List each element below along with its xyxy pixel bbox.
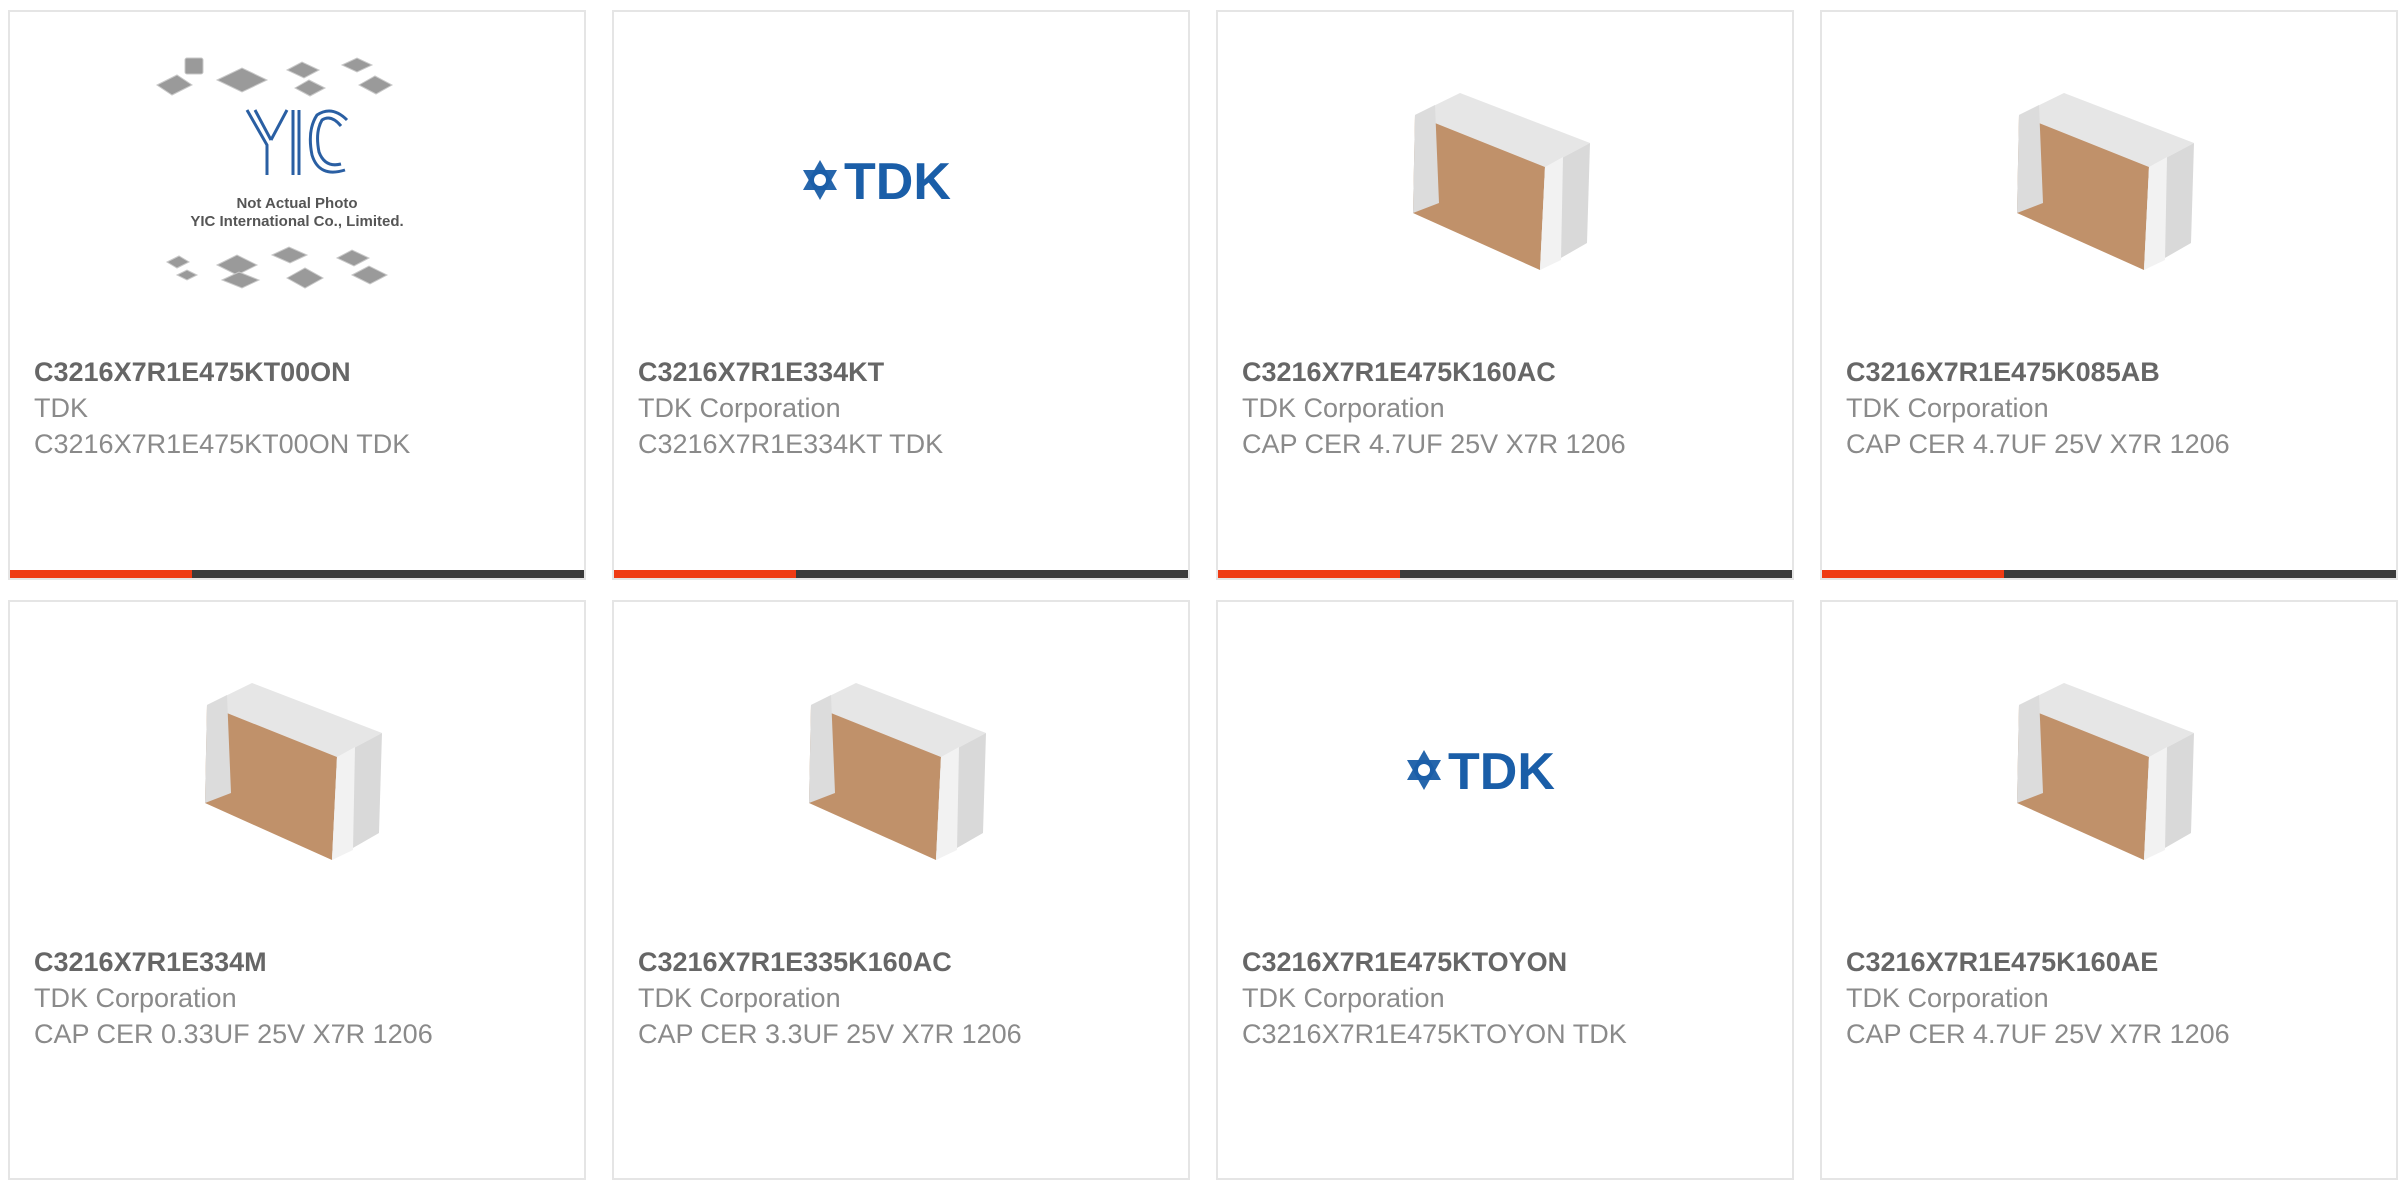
product-card[interactable]: TDK C3216X7R1E475KTOYON TDK Corporation …	[1216, 600, 1794, 1180]
product-info: C3216X7R1E475KT00ON TDK C3216X7R1E475KT0…	[34, 354, 574, 462]
part-number-link[interactable]: C3216X7R1E334M	[34, 944, 574, 980]
product-card[interactable]: C3216X7R1E475K085AB TDK Corporation CAP …	[1820, 10, 2398, 580]
product-info: C3216X7R1E334KT TDK Corporation C3216X7R…	[638, 354, 1178, 462]
manufacturer: TDK Corporation	[1846, 393, 2049, 423]
product-card[interactable]: TDK C3216X7R1E334KT TDK Corporation C321…	[612, 10, 1190, 580]
card-accent-bar	[614, 570, 1188, 578]
description: CAP CER 4.7UF 25V X7R 1206	[1242, 429, 1626, 459]
product-info: C3216X7R1E475K160AE TDK Corporation CAP …	[1846, 944, 2386, 1052]
part-number-link[interactable]: C3216X7R1E475K160AC	[1242, 354, 1782, 390]
product-image[interactable]	[1218, 12, 1792, 348]
manufacturer: TDK Corporation	[638, 393, 841, 423]
photo-note-line1: Not Actual Photo	[236, 195, 357, 212]
card-accent-bar	[10, 570, 584, 578]
product-info: C3216X7R1E475K160AC TDK Corporation CAP …	[1242, 354, 1782, 462]
card-accent-bar	[1218, 570, 1792, 578]
mlcc-capacitor-image	[1413, 93, 1590, 270]
mlcc-capacitor-image	[205, 683, 382, 860]
tdk-logo: TDK	[1407, 745, 1555, 795]
yic-placeholder-image: Not Actual Photo YIC International Co., …	[156, 57, 404, 289]
manufacturer: TDK Corporation	[638, 983, 841, 1013]
description: C3216X7R1E475KT00ON TDK	[34, 429, 411, 459]
card-accent-bar	[1822, 570, 2396, 578]
product-image[interactable]	[1822, 602, 2396, 938]
product-info: C3216X7R1E475KTOYON TDK Corporation C321…	[1242, 944, 1782, 1052]
svg-text:TDK: TDK	[1448, 745, 1555, 795]
product-card[interactable]: C3216X7R1E475K160AE TDK Corporation CAP …	[1820, 600, 2398, 1180]
product-card[interactable]: C3216X7R1E475K160AC TDK Corporation CAP …	[1216, 10, 1794, 580]
photo-note-line2: YIC International Co., Limited.	[190, 213, 403, 230]
part-number-link[interactable]: C3216X7R1E334KT	[638, 354, 1178, 390]
part-number-link[interactable]: C3216X7R1E475KT00ON	[34, 354, 574, 390]
mlcc-capacitor-image	[2017, 93, 2194, 270]
yic-logo	[245, 109, 349, 175]
product-image[interactable]: TDK	[1218, 602, 1792, 938]
manufacturer: TDK	[34, 393, 88, 423]
mlcc-capacitor-image	[809, 683, 986, 860]
part-number-link[interactable]: C3216X7R1E335K160AC	[638, 944, 1178, 980]
product-card[interactable]: C3216X7R1E334M TDK Corporation CAP CER 0…	[8, 600, 586, 1180]
product-grid: Not Actual Photo YIC International Co., …	[0, 0, 2400, 1180]
manufacturer: TDK Corporation	[1242, 983, 1445, 1013]
description: C3216X7R1E475KTOYON TDK	[1242, 1019, 1627, 1049]
manufacturer: TDK Corporation	[34, 983, 237, 1013]
svg-text:TDK: TDK	[844, 155, 951, 205]
part-number-link[interactable]: C3216X7R1E475K085AB	[1846, 354, 2386, 390]
product-image[interactable]	[614, 602, 1188, 938]
product-card[interactable]: C3216X7R1E335K160AC TDK Corporation CAP …	[612, 600, 1190, 1180]
manufacturer: TDK Corporation	[1242, 393, 1445, 423]
part-number-link[interactable]: C3216X7R1E475K160AE	[1846, 944, 2386, 980]
part-number-link[interactable]: C3216X7R1E475KTOYON	[1242, 944, 1782, 980]
manufacturer: TDK Corporation	[1846, 983, 2049, 1013]
product-image[interactable]: Not Actual Photo YIC International Co., …	[10, 12, 584, 348]
tdk-logo: TDK	[803, 155, 951, 205]
product-image[interactable]: TDK	[614, 12, 1188, 348]
product-image[interactable]	[1822, 12, 2396, 348]
description: CAP CER 3.3UF 25V X7R 1206	[638, 1019, 1022, 1049]
mlcc-capacitor-image	[2017, 683, 2194, 860]
product-info: C3216X7R1E334M TDK Corporation CAP CER 0…	[34, 944, 574, 1052]
description: CAP CER 4.7UF 25V X7R 1206	[1846, 429, 2230, 459]
description: CAP CER 0.33UF 25V X7R 1206	[34, 1019, 433, 1049]
product-image[interactable]	[10, 602, 584, 938]
product-info: C3216X7R1E335K160AC TDK Corporation CAP …	[638, 944, 1178, 1052]
description: CAP CER 4.7UF 25V X7R 1206	[1846, 1019, 2230, 1049]
product-info: C3216X7R1E475K085AB TDK Corporation CAP …	[1846, 354, 2386, 462]
description: C3216X7R1E334KT TDK	[638, 429, 944, 459]
product-card[interactable]: Not Actual Photo YIC International Co., …	[8, 10, 586, 580]
